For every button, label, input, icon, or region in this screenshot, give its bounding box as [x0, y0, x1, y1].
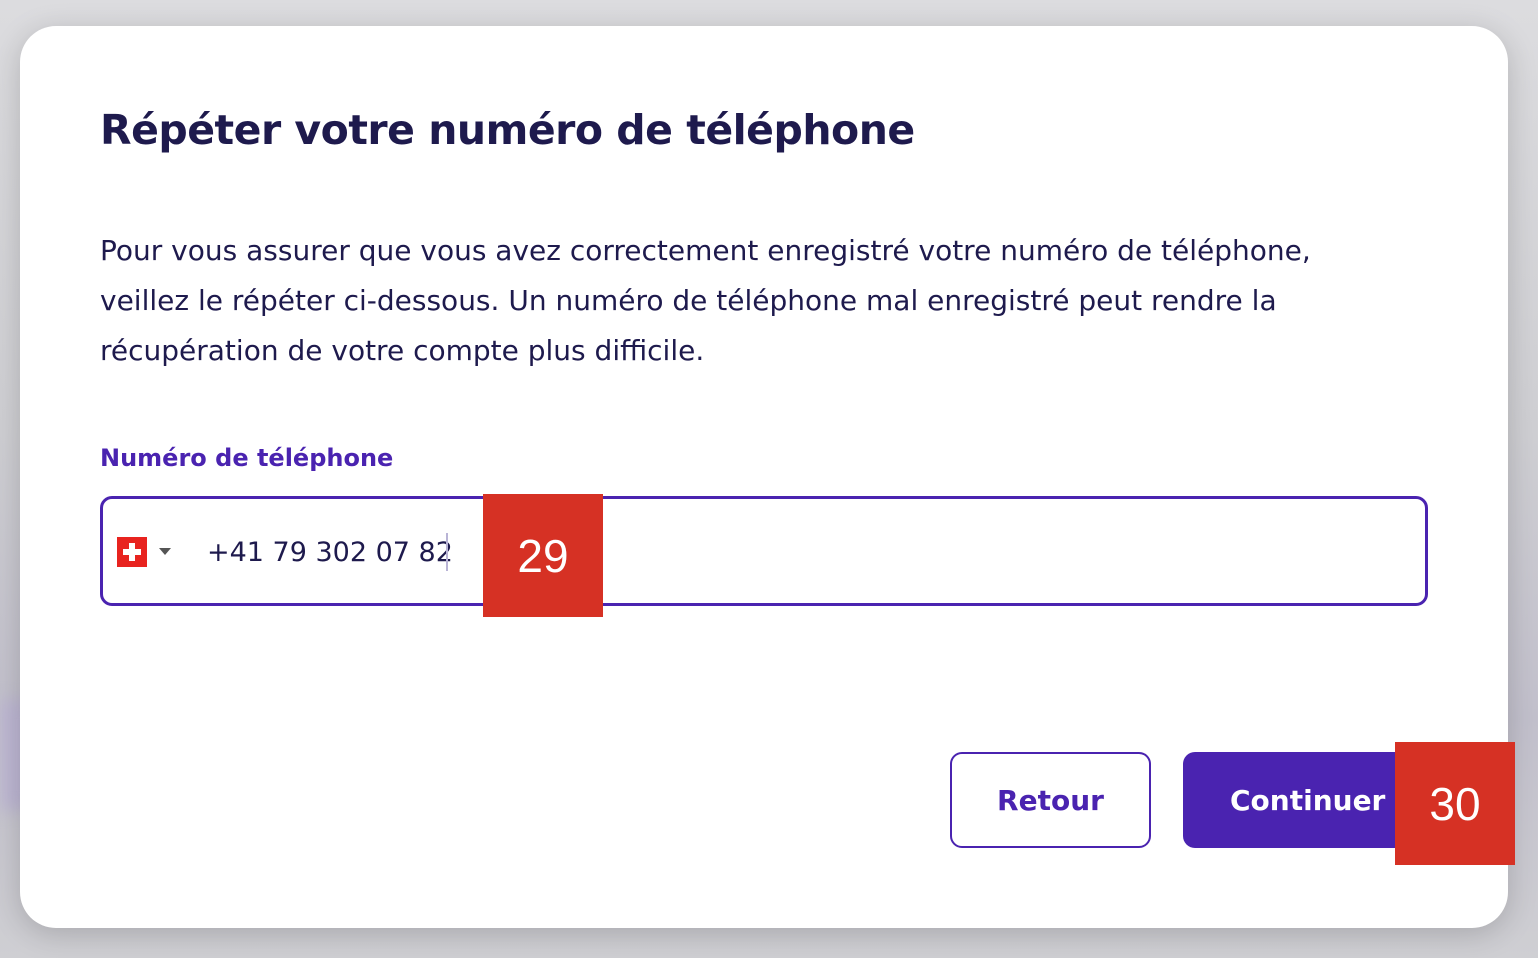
phone-confirm-dialog: Répéter votre numéro de téléphone Pour v… — [20, 26, 1508, 928]
marker-badge-continue-button: 30 — [1395, 742, 1515, 865]
phone-field[interactable] — [100, 496, 1428, 606]
marker-badge-phone-input: 29 — [483, 494, 603, 617]
dialog-description: Pour vous assurer que vous avez correcte… — [100, 234, 1311, 367]
dialog-title: Répéter votre numéro de téléphone — [100, 106, 915, 154]
back-button[interactable]: Retour — [950, 752, 1151, 848]
chevron-down-icon — [159, 548, 171, 555]
text-cursor — [446, 533, 448, 571]
continue-button[interactable]: Continuer — [1183, 752, 1423, 848]
phone-input[interactable] — [207, 529, 1407, 575]
country-code-select[interactable] — [117, 537, 177, 567]
switzerland-flag-icon — [117, 537, 147, 567]
phone-field-label: Numéro de téléphone — [100, 444, 394, 472]
